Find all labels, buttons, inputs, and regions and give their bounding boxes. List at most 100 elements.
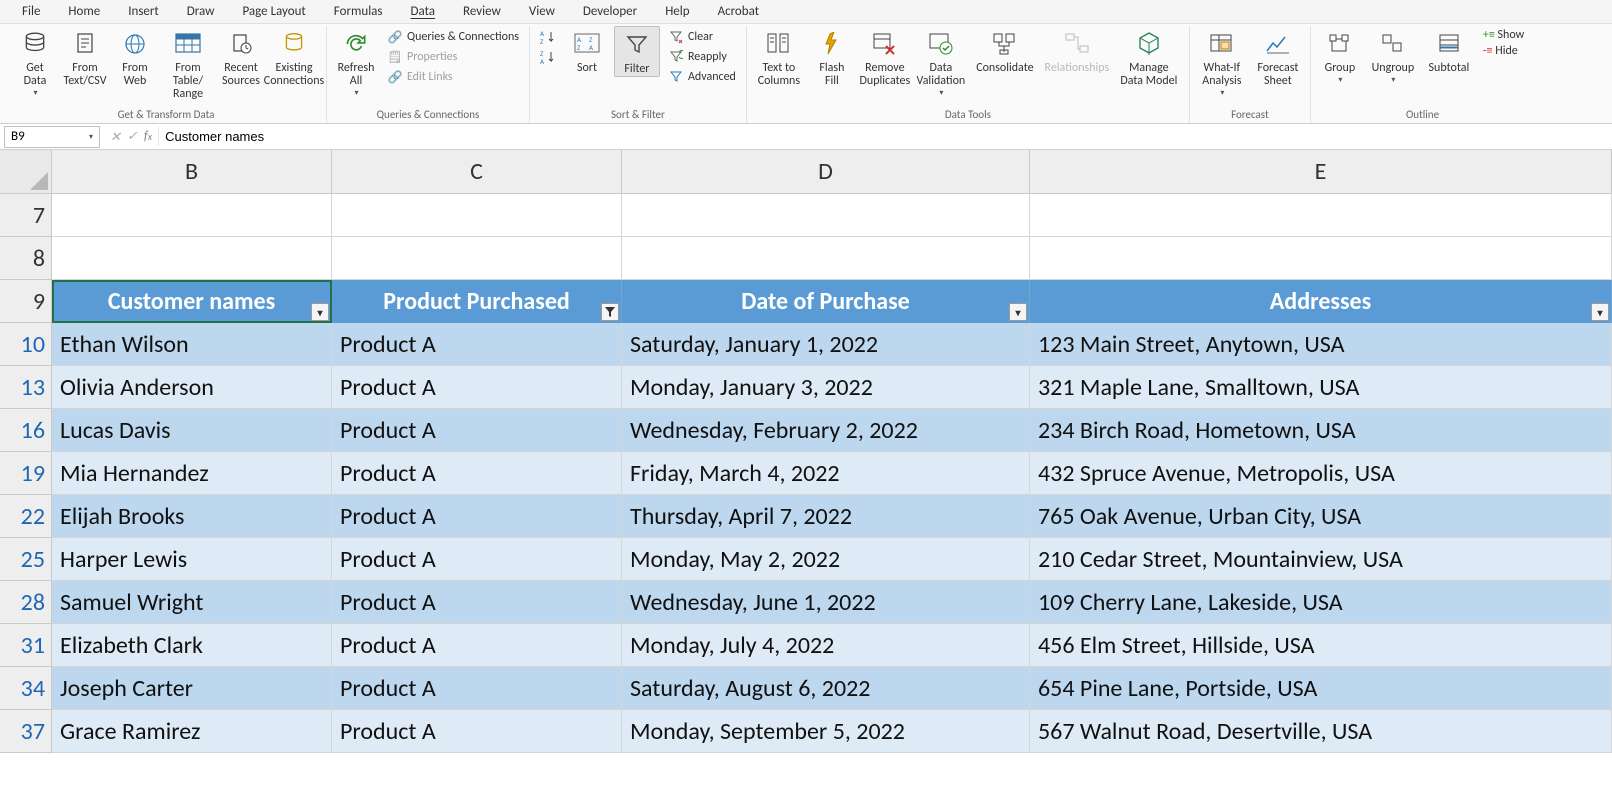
cell-product[interactable]: Product A [332,366,622,409]
from-web-button[interactable]: From Web [112,26,158,88]
cell-date[interactable]: Wednesday, June 1, 2022 [622,581,1030,624]
refresh-all-button[interactable]: Refresh All▾ [333,26,379,98]
menu-file[interactable]: File [8,1,54,22]
row-header[interactable]: 34 [0,667,52,710]
menu-data[interactable]: Data [397,1,450,22]
column-header-c[interactable]: C [332,150,622,194]
cell-address[interactable]: 234 Birch Road, Hometown, USA [1030,409,1612,452]
forecast-sheet-button[interactable]: Forecast Sheet [1252,26,1304,88]
cell-product[interactable]: Product A [332,323,622,366]
cell[interactable] [1030,194,1612,237]
table-header-addresses[interactable]: Addresses ▾ [1030,280,1612,323]
cell-address[interactable]: 654 Pine Lane, Portside, USA [1030,667,1612,710]
cell-product[interactable]: Product A [332,667,622,710]
table-header-product-purchased[interactable]: Product Purchased [332,280,622,323]
cell-date[interactable]: Saturday, August 6, 2022 [622,667,1030,710]
cell-customer-name[interactable]: Olivia Anderson [52,366,332,409]
cell-product[interactable]: Product A [332,495,622,538]
clear-filter-button[interactable]: Clear [664,28,740,46]
row-header[interactable]: 9 [0,280,52,323]
row-header[interactable]: 28 [0,581,52,624]
menu-formulas[interactable]: Formulas [320,1,397,22]
cell-customer-name[interactable]: Mia Hernandez [52,452,332,495]
sort-button[interactable]: AZZA Sort [564,26,610,75]
cell-customer-name[interactable]: Samuel Wright [52,581,332,624]
cell-customer-name[interactable]: Ethan Wilson [52,323,332,366]
cell-date[interactable]: Monday, September 5, 2022 [622,710,1030,753]
reapply-button[interactable]: Reapply [664,48,740,66]
get-data-button[interactable]: Get Data▾ [12,26,58,98]
cell-product[interactable]: Product A [332,581,622,624]
cell-product[interactable]: Product A [332,710,622,753]
cell-date[interactable]: Friday, March 4, 2022 [622,452,1030,495]
flash-fill-button[interactable]: Flash Fill [809,26,855,88]
cell-address[interactable]: 765 Oak Avenue, Urban City, USA [1030,495,1612,538]
data-validation-button[interactable]: Data Validation▾ [915,26,967,98]
text-to-columns-button[interactable]: Text to Columns [753,26,805,88]
existing-connections-button[interactable]: Existing Connections [268,26,320,88]
consolidate-button[interactable]: Consolidate [971,26,1039,75]
cell-product[interactable]: Product A [332,538,622,581]
cell-address[interactable]: 432 Spruce Avenue, Metropolis, USA [1030,452,1612,495]
column-header-d[interactable]: D [622,150,1030,194]
hide-detail-button[interactable]: -≡ Hide [1483,44,1524,58]
row-header[interactable]: 10 [0,323,52,366]
advanced-filter-button[interactable]: Advanced [664,68,740,86]
cell-customer-name[interactable]: Grace Ramirez [52,710,332,753]
cell-address[interactable]: 109 Cherry Lane, Lakeside, USA [1030,581,1612,624]
what-if-button[interactable]: What-If Analysis▾ [1196,26,1248,98]
name-box[interactable]: B9 ▾ [4,126,100,148]
ungroup-button[interactable]: Ungroup▾ [1367,26,1419,85]
show-detail-button[interactable]: +≡ Show [1483,28,1524,42]
cell-product[interactable]: Product A [332,624,622,667]
menu-review[interactable]: Review [449,1,515,22]
from-table-range-button[interactable]: From Table/ Range [162,26,214,101]
menu-acrobat[interactable]: Acrobat [704,1,774,22]
cell-customer-name[interactable]: Harper Lewis [52,538,332,581]
cell-address[interactable]: 456 Elm Street, Hillside, USA [1030,624,1612,667]
cell-date[interactable]: Monday, January 3, 2022 [622,366,1030,409]
table-header-date-of-purchase[interactable]: Date of Purchase ▾ [622,280,1030,323]
table-header-customer-names[interactable]: Customer names ▾ [52,280,332,323]
row-header[interactable]: 31 [0,624,52,667]
menu-help[interactable]: Help [651,1,703,22]
group-button[interactable]: Group▾ [1317,26,1363,85]
cell-address[interactable]: 123 Main Street, Anytown, USA [1030,323,1612,366]
select-all-corner[interactable] [0,150,52,194]
cell[interactable] [622,237,1030,280]
cell-date[interactable]: Monday, July 4, 2022 [622,624,1030,667]
filter-dropdown-icon[interactable]: ▾ [311,303,329,321]
row-header[interactable]: 22 [0,495,52,538]
row-header[interactable]: 7 [0,194,52,237]
row-header[interactable]: 13 [0,366,52,409]
manage-data-model-button[interactable]: Manage Data Model [1115,26,1183,88]
sort-asc-button[interactable]: AZ [536,28,560,46]
from-text-csv-button[interactable]: From Text/CSV [62,26,108,88]
column-header-b[interactable]: B [52,150,332,194]
sort-desc-button[interactable]: ZA [536,48,560,66]
menu-home[interactable]: Home [54,1,114,22]
filter-dropdown-icon[interactable]: ▾ [1591,303,1609,321]
recent-sources-button[interactable]: Recent Sources [218,26,264,88]
cell[interactable] [332,194,622,237]
cell-customer-name[interactable]: Elijah Brooks [52,495,332,538]
menu-view[interactable]: View [515,1,569,22]
remove-duplicates-button[interactable]: Remove Duplicates [859,26,911,88]
subtotal-button[interactable]: Subtotal [1423,26,1475,75]
menu-insert[interactable]: Insert [114,1,173,22]
cell-address[interactable]: 567 Walnut Road, Desertville, USA [1030,710,1612,753]
column-header-e[interactable]: E [1030,150,1612,194]
filter-button[interactable]: Filter [614,26,660,77]
row-header[interactable]: 37 [0,710,52,753]
cell-customer-name[interactable]: Lucas Davis [52,409,332,452]
cell-date[interactable]: Monday, May 2, 2022 [622,538,1030,581]
cell-product[interactable]: Product A [332,409,622,452]
cell-date[interactable]: Saturday, January 1, 2022 [622,323,1030,366]
filter-dropdown-icon[interactable]: ▾ [1009,303,1027,321]
cell-address[interactable]: 210 Cedar Street, Mountainview, USA [1030,538,1612,581]
row-header[interactable]: 19 [0,452,52,495]
cell[interactable] [622,194,1030,237]
menu-page-layout[interactable]: Page Layout [228,1,319,22]
cell-date[interactable]: Thursday, April 7, 2022 [622,495,1030,538]
cell-customer-name[interactable]: Elizabeth Clark [52,624,332,667]
